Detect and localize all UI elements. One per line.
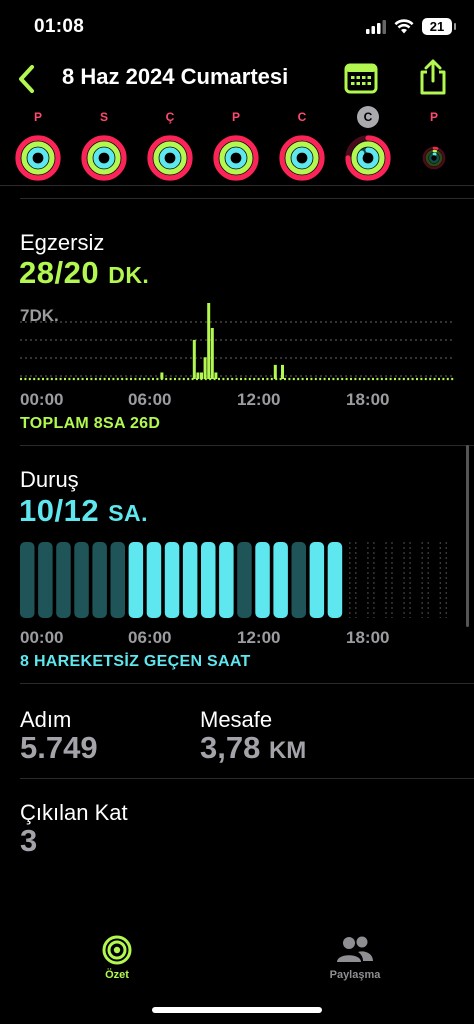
activity-ring-day[interactable] [212, 134, 260, 182]
activity-ring-day[interactable] [146, 134, 194, 182]
scrollbar[interactable] [466, 445, 469, 627]
section-divider [20, 778, 474, 779]
page-title: 8 Haz 2024 Cumartesi [62, 64, 289, 89]
section-divider [20, 683, 474, 684]
floors-value: 3 [20, 823, 38, 858]
stand-hour-bar [237, 542, 252, 618]
exercise-bar [196, 372, 200, 379]
distance-number: 3,78 [200, 730, 261, 765]
wifi-icon [394, 19, 414, 34]
stand-hour-bar [182, 542, 198, 618]
tab-summary-label: Özet [105, 969, 129, 981]
week-day-label: P [231, 110, 240, 124]
week-day-label: P [33, 110, 42, 124]
stand-chart [20, 542, 447, 618]
exercise-value: 28/20 DK. [19, 255, 149, 291]
exercise-bar [210, 327, 214, 379]
exercise-axis-tick: 06:00 [128, 390, 172, 409]
distance-value: 3,78 KM [200, 730, 306, 766]
activity-rings-icon [102, 935, 132, 965]
stand-hour-bar [146, 542, 162, 618]
share-icon[interactable] [418, 58, 448, 96]
stand-hour-bar [309, 542, 325, 618]
exercise-bar [273, 364, 277, 379]
exercise-chart [20, 303, 454, 381]
exercise-value-number: 28/20 [19, 255, 100, 290]
exercise-title: Egzersiz [20, 230, 105, 255]
week-day-label: C [297, 110, 307, 124]
exercise-bar [214, 372, 218, 379]
exercise-bar [200, 372, 203, 379]
calendar-icon[interactable] [344, 62, 378, 94]
stand-hour-bar [56, 542, 71, 618]
stand-value: 10/12 SA. [19, 493, 148, 529]
tab-sharing[interactable]: Paylaşma [310, 935, 400, 981]
distance-unit: KM [268, 737, 307, 764]
stand-hour-bar [20, 542, 35, 618]
exercise-total-label: TOPLAM 8SA 26D [20, 415, 161, 432]
week-day-label: C [363, 110, 373, 124]
exercise-axis-tick: 12:00 [237, 390, 281, 409]
exercise-bar [203, 357, 207, 379]
stand-axis-tick: 18:00 [346, 628, 390, 647]
status-icons: 21 [366, 18, 456, 35]
exercise-unit: DK. [108, 262, 150, 288]
stand-hour-bar [255, 542, 270, 618]
section-divider [20, 198, 474, 199]
stand-unit: SA. [108, 500, 149, 526]
home-indicator [152, 1007, 322, 1013]
stand-hour-bar [201, 542, 216, 618]
stand-hour-bar [92, 542, 107, 618]
activity-ring-day[interactable] [278, 134, 326, 182]
stand-hour-bar [291, 542, 306, 618]
stand-hour-bar [219, 542, 234, 618]
section-divider [20, 445, 474, 446]
battery-indicator: 21 [422, 18, 456, 35]
back-chevron-icon[interactable] [12, 61, 40, 97]
stand-axis-tick: 12:00 [237, 628, 281, 647]
exercise-bar [192, 339, 196, 379]
stand-axis-tick: 00:00 [20, 628, 64, 647]
steps-value: 5.749 [20, 730, 98, 765]
stand-hour-bar [74, 542, 89, 618]
exercise-axis-tick: 00:00 [20, 390, 64, 409]
stand-hour-bar [110, 542, 125, 618]
status-time: 01:08 [34, 16, 85, 37]
stand-hour-bar [327, 542, 343, 618]
exercise-bar [281, 364, 284, 379]
exercise-axis-tick: 18:00 [346, 390, 390, 409]
tab-sharing-label: Paylaşma [329, 969, 381, 981]
stand-title: Duruş [20, 467, 79, 492]
activity-ring-day[interactable] [410, 134, 458, 182]
stand-hour-bar [38, 542, 53, 618]
cellular-signal-icon [366, 19, 386, 34]
activity-ring-day[interactable] [80, 134, 128, 182]
stand-value-number: 10/12 [19, 493, 100, 528]
week-day-label: Ç [165, 110, 175, 124]
stand-summary-label: 8 HAREKETSİZ GEÇEN SAAT [20, 653, 251, 670]
people-icon [337, 936, 373, 962]
stand-hour-bar [128, 542, 144, 618]
tab-summary[interactable]: Özet [80, 935, 154, 981]
activity-ring-day[interactable] [344, 134, 392, 182]
stand-axis-tick: 06:00 [128, 628, 172, 647]
activity-ring-day[interactable] [14, 134, 62, 182]
exercise-bar [160, 372, 164, 379]
stand-hour-bar [164, 542, 180, 618]
exercise-bar [207, 303, 211, 379]
week-day-label: P [429, 110, 438, 124]
stand-hour-bar [273, 542, 288, 618]
week-day-label: S [99, 110, 108, 124]
